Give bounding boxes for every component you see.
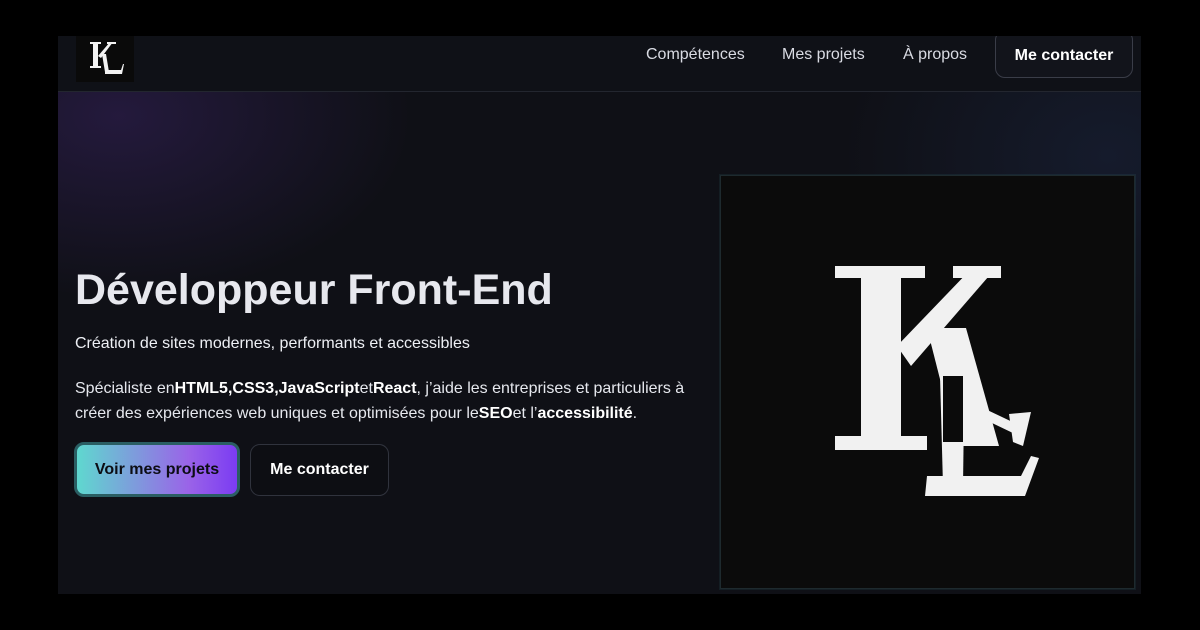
tech-javascript: JavaScript <box>278 380 360 397</box>
view-projects-button[interactable]: Voir mes projets <box>74 442 240 497</box>
keyword-seo: SEO <box>478 405 513 422</box>
desc-conjunction-2: et l’ <box>512 405 538 422</box>
kl-logo-icon <box>90 42 124 74</box>
contact-button[interactable]: Me contacter <box>250 444 389 496</box>
hero-title: Développeur Front-End <box>75 266 553 314</box>
nav-contact-button[interactable]: Me contacter <box>995 36 1133 78</box>
site-logo[interactable] <box>76 36 134 82</box>
tech-css3: CSS3 <box>232 380 275 397</box>
site-header: Compétences Mes projets À propos Me cont… <box>58 36 1141 92</box>
tech-html5: HTML5 <box>174 380 228 397</box>
kl-logo-large-icon <box>835 266 1039 496</box>
nav-link-competences[interactable]: Compétences <box>646 36 745 74</box>
page: Compétences Mes projets À propos Me cont… <box>58 36 1141 594</box>
nav-link-projets[interactable]: Mes projets <box>782 36 865 74</box>
desc-conjunction: et <box>359 380 373 397</box>
keyword-accessibilite: accessibilité <box>537 405 633 422</box>
hero-subtitle: Création de sites modernes, performants … <box>75 335 470 352</box>
desc-prefix: Spécialiste en <box>75 380 175 397</box>
hero-logo-image <box>720 175 1135 589</box>
hero-description: Spécialiste enHTML5,CSS3,JavaScriptetRea… <box>75 376 715 426</box>
desc-end: . <box>632 405 638 422</box>
tech-react: React <box>372 380 417 397</box>
nav-link-apropos[interactable]: À propos <box>903 36 967 74</box>
